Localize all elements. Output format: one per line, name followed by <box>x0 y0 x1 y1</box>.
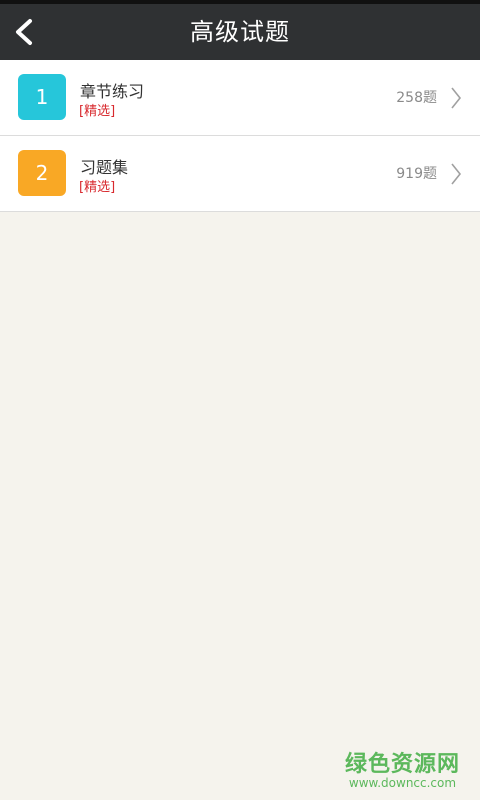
back-button[interactable] <box>0 4 56 60</box>
item-question-count: 258题 <box>396 90 437 106</box>
chevron-right-icon <box>451 87 462 109</box>
top-bar: 高级试题 <box>0 0 480 60</box>
page-title: 高级试题 <box>190 18 290 46</box>
item-number-badge: 1 <box>18 74 66 120</box>
list-item-exercise-set[interactable]: 2 习题集 [精选] 919题 <box>0 136 480 212</box>
watermark-url: www.downcc.com <box>348 776 457 790</box>
item-tag: [精选] <box>79 180 116 195</box>
item-tag: [精选] <box>79 104 116 119</box>
item-number-badge: 2 <box>18 150 66 196</box>
exam-list: 1 章节练习 [精选] 258题 2 习题集 [精选] 919题 <box>0 60 480 212</box>
watermark-title: 绿色资源网 <box>344 752 460 777</box>
chevron-left-icon <box>16 19 32 45</box>
watermark: 绿色资源网 www.downcc.com <box>345 746 460 790</box>
chevron-right-icon <box>451 163 462 185</box>
item-title: 章节练习 <box>80 82 145 101</box>
list-item-chapter-practice[interactable]: 1 章节练习 [精选] 258题 <box>0 60 480 136</box>
item-title: 习题集 <box>80 158 129 177</box>
item-question-count: 919题 <box>396 166 437 182</box>
